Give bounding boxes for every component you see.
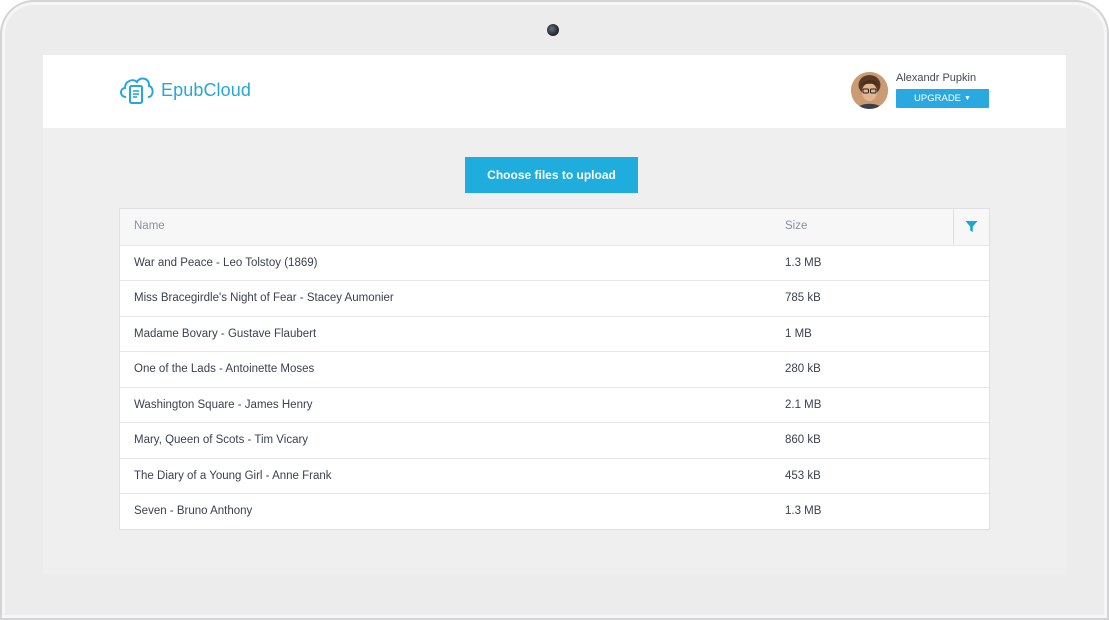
table-row[interactable]: Mary, Queen of Scots - Tim Vicary 860 kB — [120, 422, 989, 458]
app-name: EpubCloud — [161, 79, 251, 100]
file-size: 1.3 MB — [785, 505, 822, 517]
file-table: Name Size War and Peace - Leo Tolstoy (1… — [119, 208, 990, 530]
table-row[interactable]: War and Peace - Leo Tolstoy (1869) 1.3 M… — [120, 244, 989, 281]
upgrade-button[interactable]: UPGRADE ▼ — [896, 89, 989, 108]
top-bar: EpubCloud Alexandr Pupkin UPGRADE ▼ — [43, 55, 1066, 128]
file-name: One of the Lads - Antoinette Moses — [134, 363, 315, 375]
filter-icon — [965, 221, 978, 232]
choose-files-button[interactable]: Choose files to upload — [465, 157, 638, 193]
table-row[interactable]: Madame Bovary - Gustave Flaubert 1 MB — [120, 315, 989, 352]
file-name: Madame Bovary - Gustave Flaubert — [134, 327, 317, 340]
file-size: 280 kB — [785, 363, 821, 375]
file-size: 2.1 MB — [785, 398, 822, 411]
user-portrait-icon — [851, 72, 888, 109]
avatar[interactable] — [851, 72, 888, 109]
app-screen: EpubCloud Alexandr Pupkin UPGRADE ▼ Choo… — [43, 55, 1066, 575]
table-row[interactable]: Miss Bracegirdle's Night of Fear - Stace… — [120, 280, 989, 316]
file-name: War and Peace - Leo Tolstoy (1869) — [134, 256, 318, 269]
file-name: The Diary of a Young Girl - Anne Frank — [134, 469, 332, 482]
table-row[interactable]: Washington Square - James Henry 2.1 MB — [120, 386, 989, 423]
upgrade-label: UPGRADE — [914, 93, 962, 104]
file-size: 1 MB — [785, 327, 812, 340]
caret-down-icon: ▼ — [964, 95, 971, 102]
table-row[interactable]: Seven - Bruno Anthony 1.3 MB — [120, 493, 989, 529]
cloud-book-icon — [120, 77, 154, 104]
column-header-name[interactable]: Name — [134, 209, 165, 244]
file-name: Washington Square - James Henry — [134, 398, 313, 411]
table-row[interactable]: The Diary of a Young Girl - Anne Frank 4… — [120, 457, 989, 494]
app-logo[interactable]: EpubCloud — [117, 71, 251, 109]
file-name: Seven - Bruno Anthony — [134, 505, 253, 517]
webcam — [547, 24, 559, 36]
filter-button[interactable] — [953, 209, 989, 244]
file-name: Miss Bracegirdle's Night of Fear - Stace… — [134, 292, 394, 304]
file-size: 860 kB — [785, 434, 821, 446]
column-header-size[interactable]: Size — [785, 209, 807, 244]
user-name: Alexandr Pupkin — [896, 72, 977, 84]
table-header: Name Size — [120, 209, 989, 245]
file-name: Mary, Queen of Scots - Tim Vicary — [134, 434, 309, 446]
file-size: 785 kB — [785, 292, 821, 304]
table-row[interactable]: One of the Lads - Antoinette Moses 280 k… — [120, 351, 989, 387]
file-size: 1.3 MB — [785, 256, 822, 269]
file-size: 453 kB — [785, 469, 821, 482]
